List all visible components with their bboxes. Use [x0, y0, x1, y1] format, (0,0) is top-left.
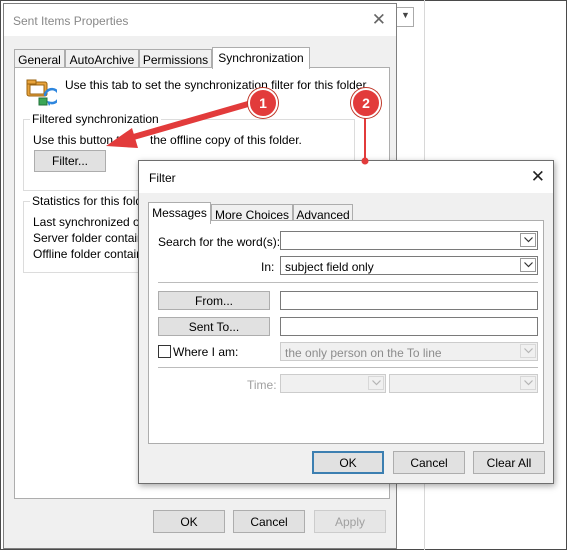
- sent-to-button[interactable]: Sent To...: [158, 317, 270, 336]
- properties-apply-button[interactable]: Apply: [314, 510, 386, 533]
- statistics-label: Statistics for this fold: [30, 194, 145, 208]
- chevron-down-icon[interactable]: [520, 376, 536, 390]
- chevron-down-icon[interactable]: [520, 258, 536, 272]
- filter-button[interactable]: Filter...: [34, 150, 106, 172]
- callout-2: 2: [351, 88, 381, 118]
- properties-ok-button[interactable]: OK: [153, 510, 225, 533]
- where-i-am-label: Where I am:: [173, 345, 239, 359]
- properties-cancel-button[interactable]: Cancel: [233, 510, 305, 533]
- where-i-am-checkbox[interactable]: [158, 345, 171, 358]
- sent-to-field[interactable]: [280, 317, 538, 336]
- clear-all-button[interactable]: Clear All: [473, 451, 545, 474]
- search-label: Search for the word(s):: [158, 235, 281, 249]
- filter-ok-button[interactable]: OK: [312, 451, 384, 474]
- tab-autoarchive[interactable]: AutoArchive: [65, 49, 139, 67]
- from-button[interactable]: From...: [158, 291, 270, 310]
- time-type-select[interactable]: [280, 374, 386, 393]
- tab-messages[interactable]: Messages: [148, 202, 211, 224]
- filter-cancel-button[interactable]: Cancel: [393, 451, 465, 474]
- filter-titlebar: Filter ✕: [139, 161, 553, 193]
- chevron-down-icon[interactable]: [520, 233, 536, 247]
- properties-titlebar: Sent Items Properties ✕: [4, 4, 396, 36]
- separator: [158, 367, 538, 368]
- time-range-select[interactable]: [389, 374, 538, 393]
- in-value: subject field only: [285, 260, 374, 274]
- from-field[interactable]: [280, 291, 538, 310]
- stat-last-synchronized: Last synchronized on: [33, 215, 147, 229]
- properties-title: Sent Items Properties: [13, 14, 129, 28]
- messages-panel: Search for the word(s): In: subject fiel…: [148, 220, 544, 444]
- filtered-sync-desc-start: Use this button t: [33, 133, 120, 147]
- close-icon[interactable]: ✕: [531, 167, 545, 187]
- in-select[interactable]: subject field only: [280, 256, 538, 275]
- tab-general[interactable]: General: [14, 49, 65, 67]
- callout-1: 1: [248, 88, 278, 118]
- where-i-am-select[interactable]: the only person on the To line: [280, 342, 538, 361]
- separator: [158, 282, 538, 283]
- sync-folder-icon: [26, 79, 57, 106]
- filtered-sync-desc-end: the offline copy of this folder.: [150, 133, 302, 147]
- chevron-down-icon[interactable]: [520, 344, 536, 358]
- close-icon[interactable]: ✕: [372, 10, 386, 30]
- filtered-sync-label: Filtered synchronization: [30, 112, 161, 126]
- stat-server-folder: Server folder contain: [33, 231, 144, 245]
- search-words-combo[interactable]: [280, 231, 538, 250]
- chevron-down-icon[interactable]: [368, 376, 384, 390]
- filter-title: Filter: [149, 171, 176, 185]
- tab-synchronization[interactable]: Synchronization: [212, 47, 310, 69]
- background-dropdown[interactable]: ▼: [396, 7, 414, 27]
- chevron-down-icon: ▼: [401, 10, 410, 20]
- stat-offline-folder: Offline folder contain: [33, 247, 143, 261]
- in-label: In:: [261, 260, 275, 274]
- intro-text: Use this tab to set the synchronization …: [65, 78, 370, 92]
- tab-permissions[interactable]: Permissions: [139, 49, 212, 67]
- where-i-am-value: the only person on the To line: [285, 346, 442, 360]
- filter-window: Filter ✕ Messages More Choices Advanced …: [138, 160, 554, 484]
- time-label: Time:: [247, 378, 277, 392]
